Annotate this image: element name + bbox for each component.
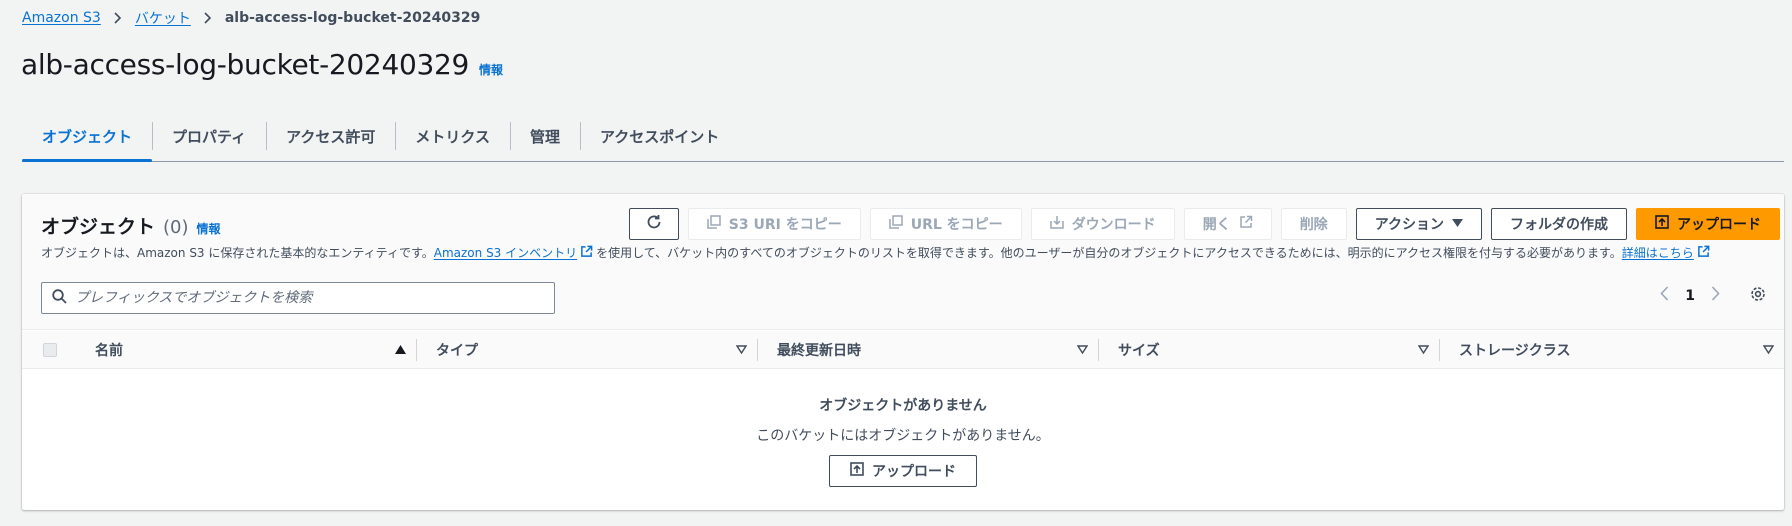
open-button[interactable]: 開く: [1183, 208, 1272, 240]
external-link-icon: [580, 245, 593, 261]
breadcrumb-amazon-s3[interactable]: Amazon S3: [22, 10, 101, 26]
empty-description: このバケットにはオブジェクトがありません。: [756, 428, 1050, 444]
pagination: 1: [1660, 286, 1720, 305]
page-header: alb-access-log-bucket-20240329 情報: [21, 48, 503, 81]
empty-upload-button[interactable]: アップロード: [829, 455, 977, 487]
objects-description: オブジェクトは、Amazon S3 に保存された基本的なエンティティです。 Am…: [41, 244, 1713, 261]
refresh-icon: [646, 214, 662, 234]
copy-s3-uri-button[interactable]: S3 URI をコピー: [687, 208, 861, 240]
column-last-modified-label: 最終更新日時: [777, 343, 861, 359]
column-size-label: サイズ: [1118, 343, 1160, 359]
external-link-icon: [1697, 245, 1710, 261]
objects-heading: オブジェクト: [41, 216, 156, 238]
chevron-right-icon: [113, 12, 123, 24]
page-number[interactable]: 1: [1685, 288, 1695, 304]
upload-icon: [850, 462, 864, 480]
open-label: 開く: [1202, 217, 1231, 233]
copy-s3-uri-label: S3 URI をコピー: [728, 217, 842, 233]
create-folder-button[interactable]: フォルダの作成: [1491, 208, 1627, 240]
tab-permissions[interactable]: アクセス許可: [266, 112, 395, 161]
breadcrumb-current: alb-access-log-bucket-20240329: [224, 10, 481, 26]
upload-label: アップロード: [1677, 217, 1761, 233]
objects-panel: オブジェクト (0) 情報 オブジェクトは、Amazon S3 に保存された基本…: [22, 194, 1784, 510]
sort-icon[interactable]: [735, 342, 748, 358]
search-icon: [52, 288, 67, 308]
actions-dropdown-button[interactable]: アクション: [1355, 208, 1482, 240]
objects-title: オブジェクト (0) 情報: [41, 212, 221, 239]
breadcrumb-buckets[interactable]: バケット: [135, 8, 191, 28]
tab-management[interactable]: 管理: [509, 112, 580, 161]
copy-icon: [888, 215, 903, 233]
chevron-right-icon[interactable]: [1711, 286, 1720, 305]
column-storage-class[interactable]: ストレージクラス: [1439, 331, 1784, 369]
search-box: [41, 282, 555, 314]
tab-properties[interactable]: プロパティ: [152, 112, 266, 161]
objects-panel-header: オブジェクト (0) 情報 オブジェクトは、Amazon S3 に保存された基本…: [22, 194, 1784, 330]
column-name[interactable]: 名前: [75, 331, 416, 369]
column-size[interactable]: サイズ: [1098, 331, 1439, 369]
column-storage-class-label: ストレージクラス: [1459, 343, 1571, 359]
tab-bar: オブジェクト プロパティ アクセス許可 メトリクス 管理 アクセスポイント: [22, 112, 1784, 162]
sort-ascending-icon[interactable]: [395, 342, 406, 358]
column-name-label: 名前: [95, 343, 123, 359]
copy-icon: [707, 215, 721, 233]
objects-actions: S3 URI をコピー URL をコピー ダウンロード 開く 削除 アクション …: [628, 208, 1780, 240]
empty-title: オブジェクトがありません: [819, 398, 987, 414]
select-all-checkbox[interactable]: [43, 343, 57, 357]
learn-more-link[interactable]: 詳細はこちら: [1622, 244, 1694, 261]
download-button[interactable]: ダウンロード: [1030, 208, 1175, 240]
external-link-icon: [1239, 215, 1253, 233]
tab-objects[interactable]: オブジェクト: [22, 112, 153, 162]
inventory-link[interactable]: Amazon S3 インベントリ: [434, 244, 577, 261]
desc-text-1: オブジェクトは、Amazon S3 に保存された基本的なエンティティです。: [41, 246, 434, 260]
chevron-left-icon[interactable]: [1660, 286, 1669, 305]
objects-count: (0): [163, 217, 189, 238]
chevron-right-icon: [203, 12, 213, 24]
sort-icon[interactable]: [1417, 342, 1430, 358]
page-title: alb-access-log-bucket-20240329: [21, 48, 470, 81]
tab-metrics[interactable]: メトリクス: [395, 112, 510, 161]
desc-text-2: を使用して、バケット内のすべてのオブジェクトのリストを取得できます。他のユーザー…: [596, 246, 1622, 260]
empty-upload-label: アップロード: [872, 464, 956, 480]
tab-access-points[interactable]: アクセスポイント: [579, 112, 739, 161]
column-last-modified[interactable]: 最終更新日時: [757, 331, 1098, 369]
download-icon: [1049, 215, 1064, 233]
page-info-link[interactable]: 情報: [479, 61, 503, 78]
sort-icon[interactable]: [1762, 342, 1775, 358]
refresh-button[interactable]: [628, 208, 679, 240]
gear-icon[interactable]: [1750, 286, 1766, 306]
actions-label: アクション: [1374, 217, 1444, 233]
objects-info-link[interactable]: 情報: [197, 220, 221, 237]
download-label: ダウンロード: [1071, 217, 1156, 233]
column-type-label: タイプ: [436, 343, 478, 359]
empty-state: オブジェクトがありません このバケットにはオブジェクトがありません。 アップロー…: [22, 369, 1784, 510]
caret-down-icon: [1452, 216, 1463, 232]
upload-button[interactable]: アップロード: [1636, 208, 1780, 240]
sort-icon[interactable]: [1076, 342, 1089, 358]
column-type[interactable]: タイプ: [416, 331, 757, 369]
breadcrumb: Amazon S3 バケット alb-access-log-bucket-202…: [22, 8, 480, 28]
copy-url-button[interactable]: URL をコピー: [869, 208, 1022, 240]
search-input[interactable]: [75, 290, 515, 306]
delete-button[interactable]: 削除: [1280, 208, 1347, 240]
copy-url-label: URL をコピー: [910, 217, 1003, 233]
table-header: 名前 タイプ 最終更新日時 サイズ ストレージクラス: [22, 331, 1784, 369]
upload-icon: [1655, 215, 1669, 233]
